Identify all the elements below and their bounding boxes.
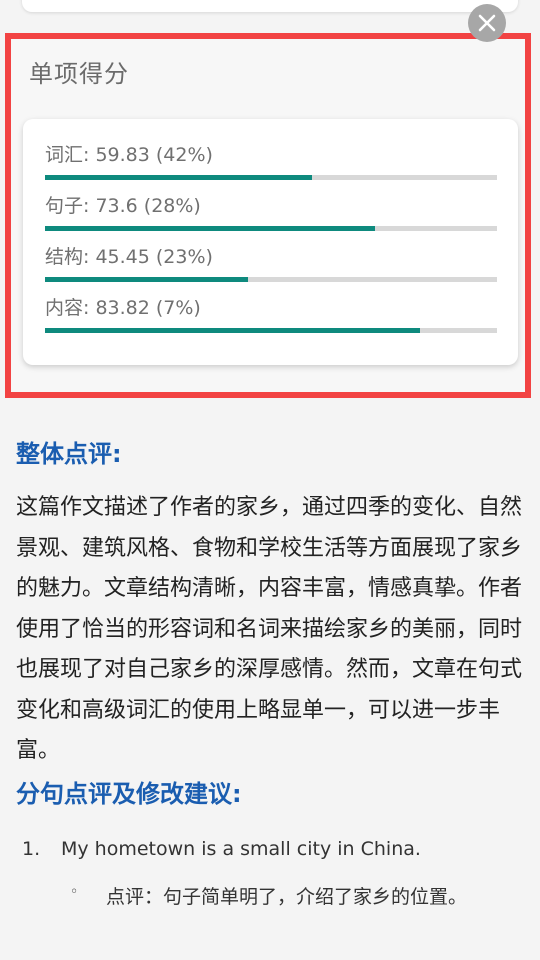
sentence-review-heading: 分句点评及修改建议: xyxy=(16,780,242,808)
score-label: 内容: 83.82 (7%) xyxy=(45,297,201,319)
list-item-number: 1. xyxy=(22,838,41,860)
close-icon xyxy=(478,14,496,32)
previous-card xyxy=(22,0,518,12)
score-track xyxy=(45,328,497,333)
score-bar xyxy=(45,328,421,333)
score-item-content: 内容: 83.82 (7%) xyxy=(45,294,497,333)
score-track xyxy=(45,226,497,231)
score-track xyxy=(45,175,497,180)
score-bar xyxy=(45,175,312,180)
list-item-sentence: My hometown is a small city in China. xyxy=(61,838,421,860)
bullet-icon: ◦ xyxy=(70,884,79,900)
score-item-structure: 结构: 45.45 (23%) xyxy=(45,243,497,282)
score-item-sentence: 句子: 73.6 (28%) xyxy=(45,192,497,231)
score-section-title: 单项得分 xyxy=(29,60,129,88)
score-label: 结构: 45.45 (23%) xyxy=(45,246,213,268)
sentence-comment: 点评：句子简单明了，介绍了家乡的位置。 xyxy=(106,886,468,908)
close-button[interactable] xyxy=(468,4,506,42)
score-card: 词汇: 59.83 (42%) 句子: 73.6 (28%) 结构: 45.45… xyxy=(23,119,518,365)
score-section-highlight: 单项得分 词汇: 59.83 (42%) 句子: 73.6 (28%) 结构: … xyxy=(5,33,531,398)
score-bar xyxy=(45,226,375,231)
overall-review-text: 这篇作文描述了作者的家乡，通过四季的变化、自然景观、建筑风格、食物和学校生活等方… xyxy=(16,495,523,763)
review-screen: 单项得分 词汇: 59.83 (42%) 句子: 73.6 (28%) 结构: … xyxy=(0,0,540,960)
score-track xyxy=(45,277,497,282)
overall-review-heading: 整体点评: xyxy=(16,440,122,468)
score-label: 句子: 73.6 (28%) xyxy=(45,195,201,217)
score-bar xyxy=(45,277,249,282)
score-item-vocabulary: 词汇: 59.83 (42%) xyxy=(45,141,497,180)
score-label: 词汇: 59.83 (42%) xyxy=(45,144,213,166)
